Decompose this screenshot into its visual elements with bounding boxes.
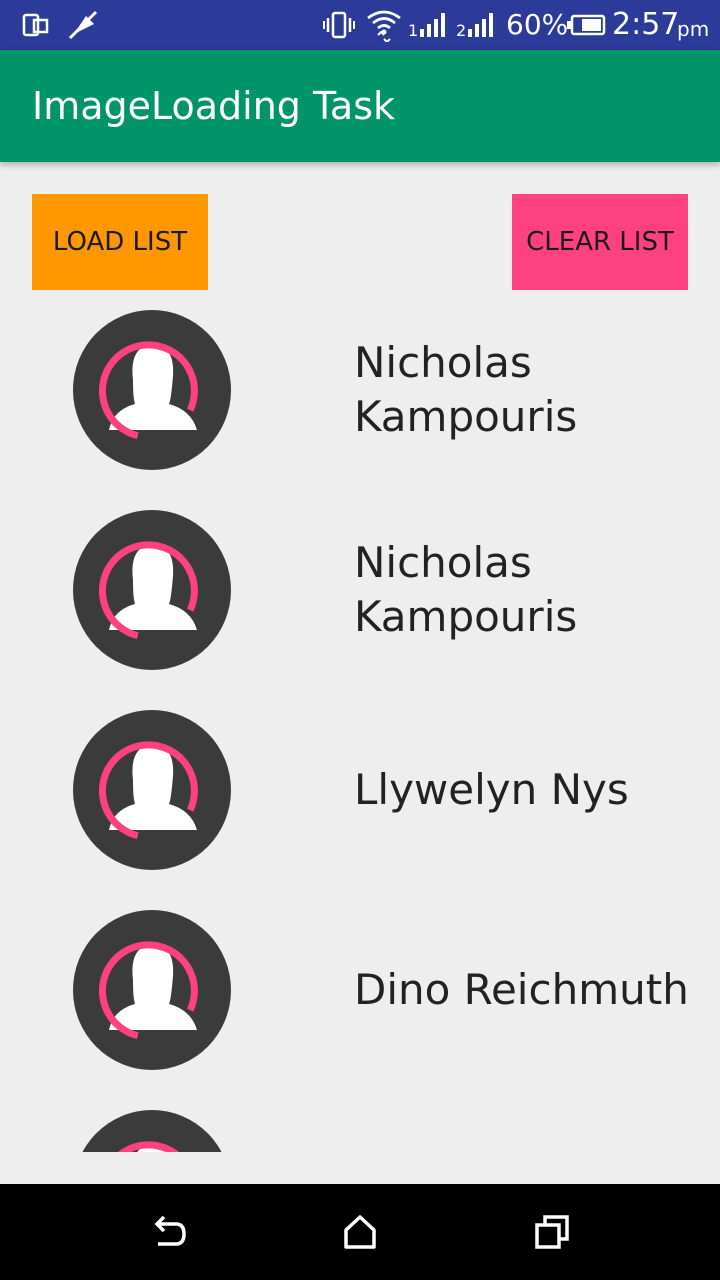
no-location-icon [66,0,100,50]
wifi-icon [366,0,402,50]
person-name: Dino Reichmuth [354,965,689,1014]
avatar [73,1110,231,1152]
avatar [73,310,231,470]
person-placeholder-icon [73,710,231,870]
signal-icon [418,0,450,50]
list-item[interactable]: Nicholas Kampouris [0,300,720,500]
person-name: Llywelyn Nys [354,765,629,814]
people-list[interactable]: Nicholas Kampouris Nicholas Kampouris Ll… [0,300,720,1152]
sim1-label: 1 [408,21,419,40]
signal-icon [466,0,498,50]
back-icon[interactable] [144,1208,192,1256]
app-title: ImageLoading Task [32,84,396,128]
list-item[interactable] [0,1100,720,1152]
battery-icon [566,0,606,50]
status-bar: 1 2 60% 2:57 pm [0,0,720,50]
navigation-bar [0,1184,720,1280]
avatar [73,710,231,870]
recents-icon[interactable] [528,1208,576,1256]
person-placeholder-icon [73,310,231,470]
list-item[interactable]: Llywelyn Nys [0,700,720,900]
person-name: Nicholas Kampouris [354,538,578,641]
vibrate-icon [323,0,355,50]
battery-percent: 60% [506,8,569,41]
person-placeholder-icon [82,1110,222,1152]
person-placeholder-icon [73,510,231,670]
load-list-button[interactable]: LOAD LIST [32,194,208,290]
home-icon[interactable] [336,1208,384,1256]
person-name [354,1110,714,1152]
person-name: Nicholas Kampouris [354,338,578,441]
avatar [73,510,231,670]
screen-mirror-icon [22,0,50,50]
person-placeholder-icon [73,910,231,1070]
sim2-label: 2 [456,21,467,40]
list-item[interactable]: Nicholas Kampouris [0,500,720,700]
clock-ampm: pm [677,17,710,41]
app-bar: ImageLoading Task [0,50,720,162]
clear-list-button[interactable]: CLEAR LIST [512,194,688,290]
list-item[interactable]: Dino Reichmuth [0,900,720,1100]
clock-time: 2:57 [612,7,680,42]
avatar [73,910,231,1070]
